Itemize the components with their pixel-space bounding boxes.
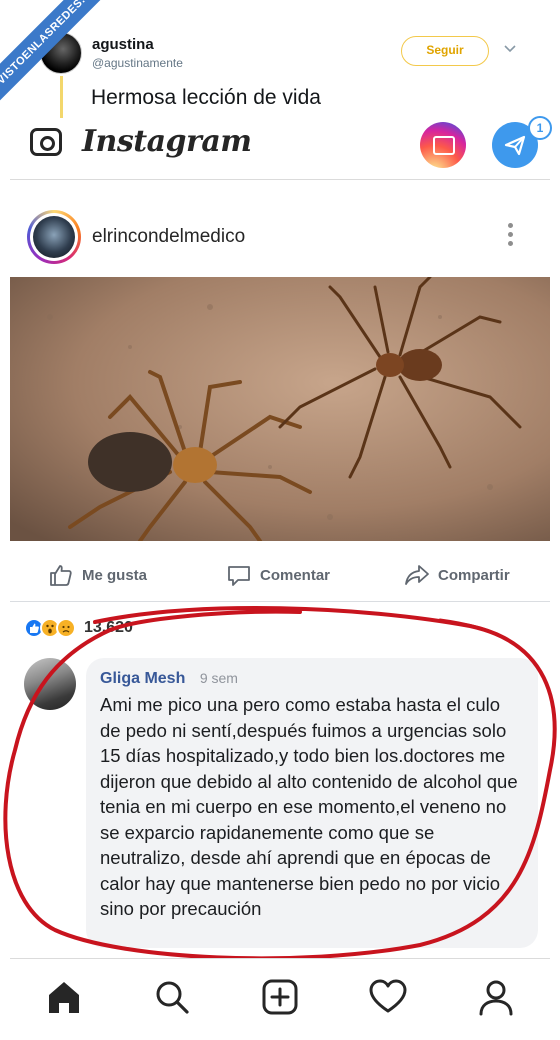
share-button[interactable]: Compartir <box>404 562 510 588</box>
more-options-icon[interactable] <box>508 223 516 249</box>
comment-author[interactable]: Gliga Mesh <box>100 670 185 687</box>
add-post-icon[interactable] <box>260 977 300 1017</box>
tweet-text: Hermosa lección de vida <box>91 86 321 109</box>
home-icon[interactable] <box>44 977 84 1017</box>
comment-bubble: Gliga Mesh 9 sem Ami me pico una pero co… <box>86 658 538 948</box>
share-icon <box>404 562 430 588</box>
heart-icon[interactable] <box>368 977 408 1017</box>
comment-text: Ami me pico una pero como estaba hasta e… <box>100 694 518 919</box>
post-photo <box>10 277 550 541</box>
instagram-logo: Instagram <box>82 124 252 159</box>
instagram-top-bar: Instagram 1 <box>10 116 552 180</box>
thread-line <box>60 76 63 118</box>
comment-button[interactable]: Comentar <box>226 562 330 588</box>
commenter-avatar[interactable] <box>24 658 76 710</box>
instagram-bottom-nav <box>10 958 550 1040</box>
reaction-count: 13,620 <box>84 619 133 636</box>
search-icon[interactable] <box>152 977 192 1017</box>
comments-section: 13,620 Gliga Mesh 9 sem Ami me pico una … <box>10 602 550 954</box>
like-label: Me gusta <box>82 566 148 584</box>
sad-reaction-icon <box>56 618 76 638</box>
notification-badge: 1 <box>528 116 552 140</box>
igtv-icon[interactable] <box>420 122 466 168</box>
chevron-down-icon[interactable] <box>503 42 517 56</box>
comment-icon <box>226 562 252 588</box>
camera-icon[interactable] <box>30 128 62 156</box>
thumbs-up-icon <box>48 562 74 588</box>
tweet-author-name[interactable]: agustina <box>92 36 154 53</box>
post-author-avatar[interactable] <box>27 210 81 264</box>
reactions-summary[interactable]: 13,620 <box>24 618 133 638</box>
tweet-header: agustina @agustinamente Seguir Hermosa l… <box>0 0 560 122</box>
comment-label: Comentar <box>260 566 331 584</box>
profile-icon[interactable] <box>476 977 516 1017</box>
post-actions-bar: Me gusta Comentar Compartir <box>10 548 550 602</box>
follow-button[interactable]: Seguir <box>401 36 489 66</box>
share-label: Compartir <box>438 566 510 584</box>
screenshot-page: agustina @agustinamente Seguir Hermosa l… <box>0 0 560 1040</box>
tweet-author-handle[interactable]: @agustinamente <box>92 56 183 70</box>
like-button[interactable]: Me gusta <box>48 562 147 588</box>
comment-time[interactable]: 9 sem <box>200 670 238 686</box>
post-username[interactable]: elrincondelmedico <box>92 226 245 248</box>
